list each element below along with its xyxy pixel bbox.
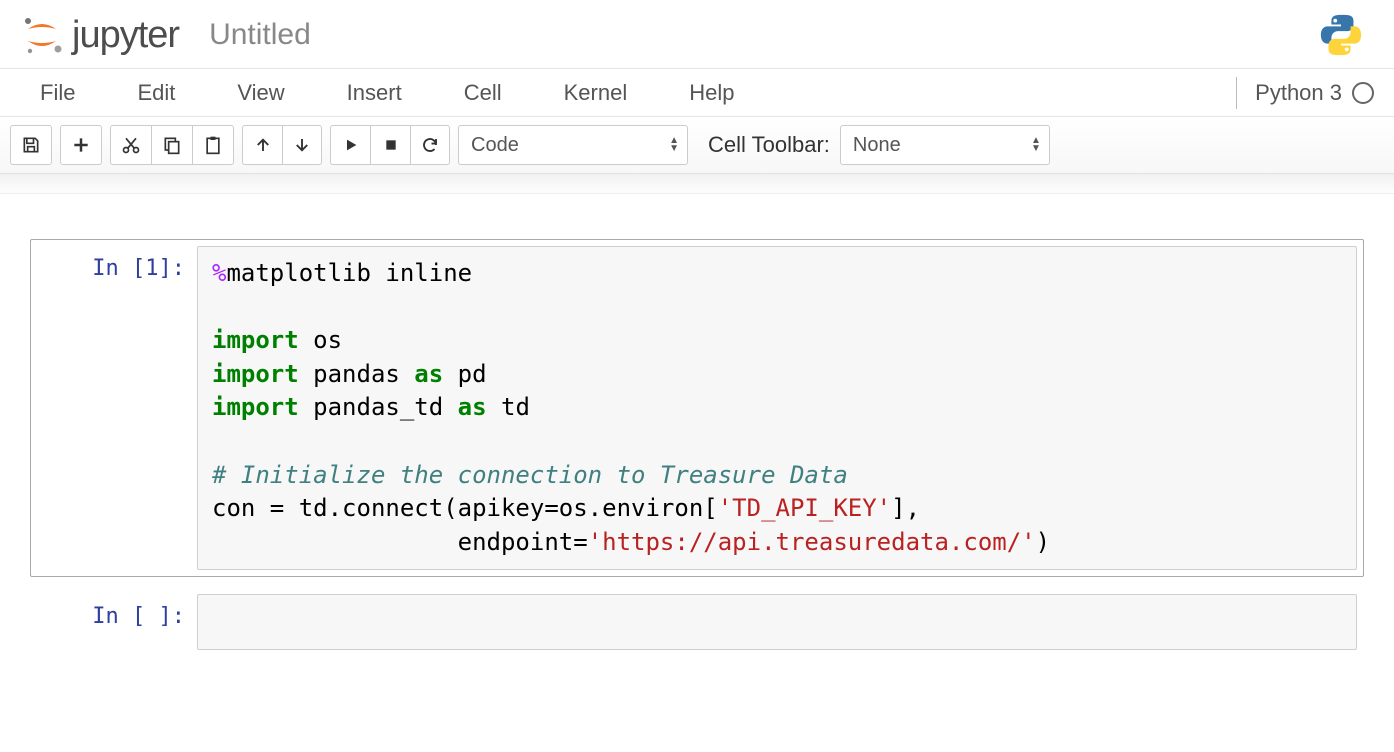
notebook-container: In [1]:%matplotlib inline import os impo… [0, 194, 1394, 712]
interrupt-button[interactable] [370, 125, 410, 165]
play-icon [343, 137, 359, 153]
menu-edit[interactable]: Edit [117, 72, 195, 114]
cell-toolbar-select[interactable]: None ▲▼ [840, 125, 1050, 165]
paste-button[interactable] [192, 125, 234, 165]
paste-icon [203, 135, 223, 155]
save-icon [21, 135, 41, 155]
menu-help[interactable]: Help [669, 72, 754, 114]
code-input[interactable] [197, 594, 1357, 650]
jupyter-logo-text: jupyter [72, 14, 179, 57]
input-prompt: In [ ]: [37, 594, 197, 650]
python-logo-icon [1318, 12, 1364, 58]
plus-icon [71, 135, 91, 155]
kernel-name: Python 3 [1255, 80, 1342, 106]
menu-file[interactable]: File [20, 72, 95, 114]
menubar: File Edit View Insert Cell Kernel Help Python … [0, 69, 1394, 117]
notebook-title[interactable]: Untitled [209, 18, 311, 52]
menu-view[interactable]: View [217, 72, 304, 114]
cell-type-select[interactable]: Code ▲▼ [458, 125, 688, 165]
cut-button[interactable] [110, 125, 151, 165]
input-prompt: In [1]: [37, 246, 197, 570]
cell-type-value: Code [471, 134, 519, 157]
menu-kernel[interactable]: Kernel [544, 72, 648, 114]
cell-toolbar-label: Cell Toolbar: [708, 132, 830, 158]
copy-button[interactable] [151, 125, 192, 165]
arrow-up-icon [254, 136, 272, 154]
save-button[interactable] [10, 125, 52, 165]
code-input[interactable]: %matplotlib inline import os import pand… [197, 246, 1357, 570]
scissors-icon [121, 135, 141, 155]
cell-toolbar-value: None [853, 134, 901, 157]
copy-icon [162, 135, 182, 155]
arrow-down-icon [293, 136, 311, 154]
refresh-icon [421, 136, 439, 154]
menu-insert[interactable]: Insert [327, 72, 422, 114]
chevron-updown-icon: ▲▼ [1031, 137, 1041, 153]
code-cell[interactable]: In [1]:%matplotlib inline import os impo… [30, 239, 1364, 577]
kernel-indicator: Python 3 [1236, 77, 1374, 109]
move-down-button[interactable] [282, 125, 322, 165]
move-up-button[interactable] [242, 125, 282, 165]
toolbar: Code ▲▼ Cell Toolbar: None ▲▼ [0, 117, 1394, 174]
stop-icon [383, 137, 399, 153]
kernel-status-icon [1352, 82, 1374, 104]
logo-group: jupyter Untitled [20, 13, 1318, 57]
jupyter-logo-icon [20, 13, 64, 57]
chevron-updown-icon: ▲▼ [669, 137, 679, 153]
insert-cell-button[interactable] [60, 125, 102, 165]
restart-button[interactable] [410, 125, 450, 165]
toolbar-shadow [0, 174, 1394, 194]
menu-cell[interactable]: Cell [444, 72, 522, 114]
run-button[interactable] [330, 125, 370, 165]
code-cell[interactable]: In [ ]: [30, 587, 1364, 657]
notebook-header: jupyter Untitled [0, 0, 1394, 69]
